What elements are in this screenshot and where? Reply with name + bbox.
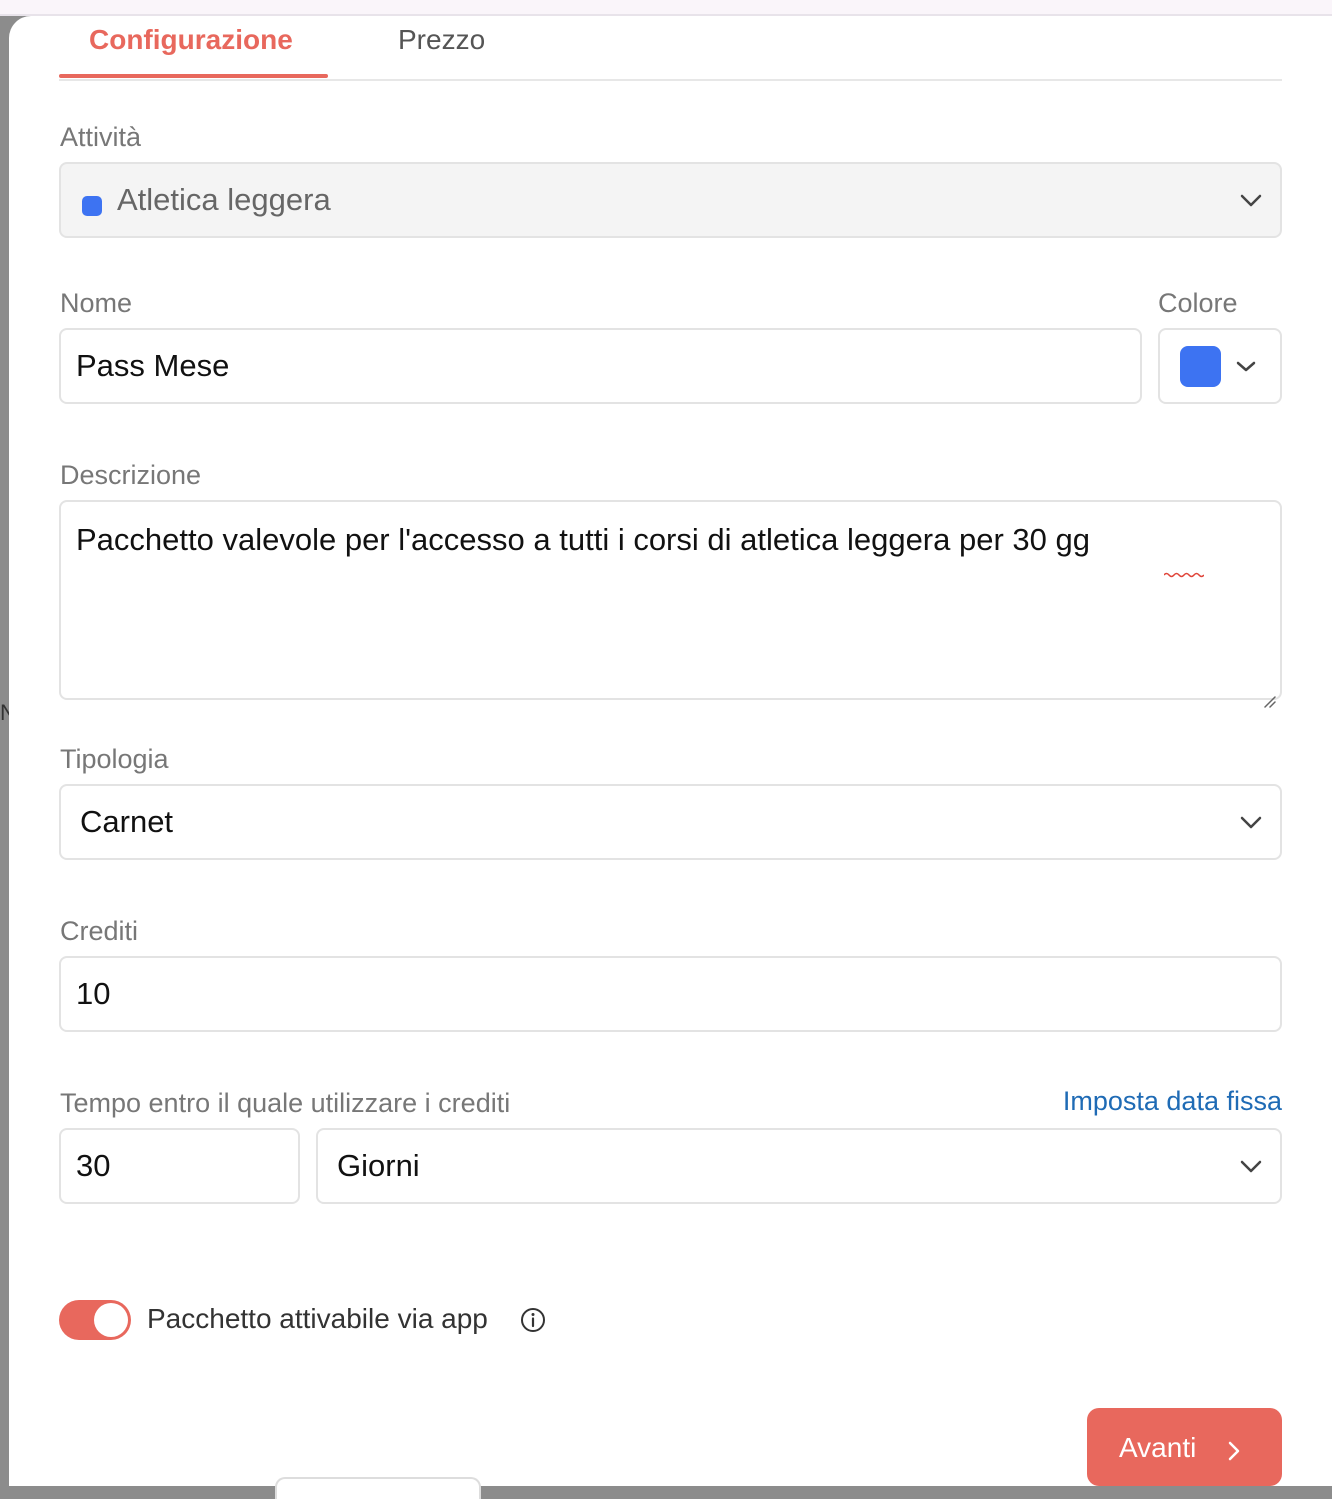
resize-handle-icon[interactable] [1262,680,1276,708]
active-tab-indicator [59,74,328,78]
color-swatch [1180,346,1221,387]
validity-amount-input[interactable]: 30 [59,1128,300,1204]
activity-color-dot [82,196,102,216]
tab-prezzo[interactable]: Prezzo [398,24,485,56]
validity-label: Tempo entro il quale utilizzare i credit… [60,1088,511,1118]
app-activation-toggle[interactable] [59,1300,131,1340]
next-button-label: Avanti [1119,1432,1197,1463]
color-label: Colore [1158,288,1238,318]
chevron-down-icon [1240,816,1262,830]
app-activation-label: Pacchetto attivabile via app [147,1303,488,1334]
validity-unit-value: Giorni [337,1148,420,1183]
toggle-knob [94,1303,128,1337]
activity-label: Attività [60,122,142,152]
type-label: Tipologia [60,744,169,774]
type-value: Carnet [80,804,174,839]
name-value: Pass Mese [76,348,230,383]
chevron-down-icon [1235,360,1257,374]
chevron-down-icon [1240,1160,1262,1174]
activity-value: Atletica leggera [117,182,331,217]
type-select[interactable]: Carnet [59,784,1282,860]
credits-label: Crediti [60,916,139,946]
name-input[interactable]: Pass Mese [59,328,1142,404]
name-label: Nome [60,288,133,318]
activity-select[interactable]: Atletica leggera [59,162,1282,238]
validity-amount-value: 30 [76,1148,111,1183]
info-icon[interactable] [520,1307,546,1333]
tab-bar: Configurazione Prezzo [59,16,1282,81]
spellcheck-underline [1163,550,1205,578]
tab-configurazione[interactable]: Configurazione [89,24,293,56]
chevron-down-icon [1240,194,1262,208]
chevron-right-icon [1227,1437,1241,1461]
description-textarea[interactable]: Pacchetto valevole per l'accesso a tutti… [59,500,1282,708]
description-label: Descrizione [60,460,202,490]
bottom-partial-element [275,1477,481,1499]
color-picker[interactable] [1158,328,1282,404]
set-fixed-date-link[interactable]: Imposta data fissa [1063,1086,1282,1117]
credits-input[interactable]: 10 [59,956,1282,1032]
validity-unit-select[interactable]: Giorni [316,1128,1282,1204]
package-config-panel: Configurazione Prezzo Attività Atletica … [9,16,1332,1499]
credits-value: 10 [76,976,111,1011]
next-button[interactable]: Avanti [1087,1408,1282,1486]
description-value: Pacchetto valevole per l'accesso a tutti… [76,522,1090,557]
